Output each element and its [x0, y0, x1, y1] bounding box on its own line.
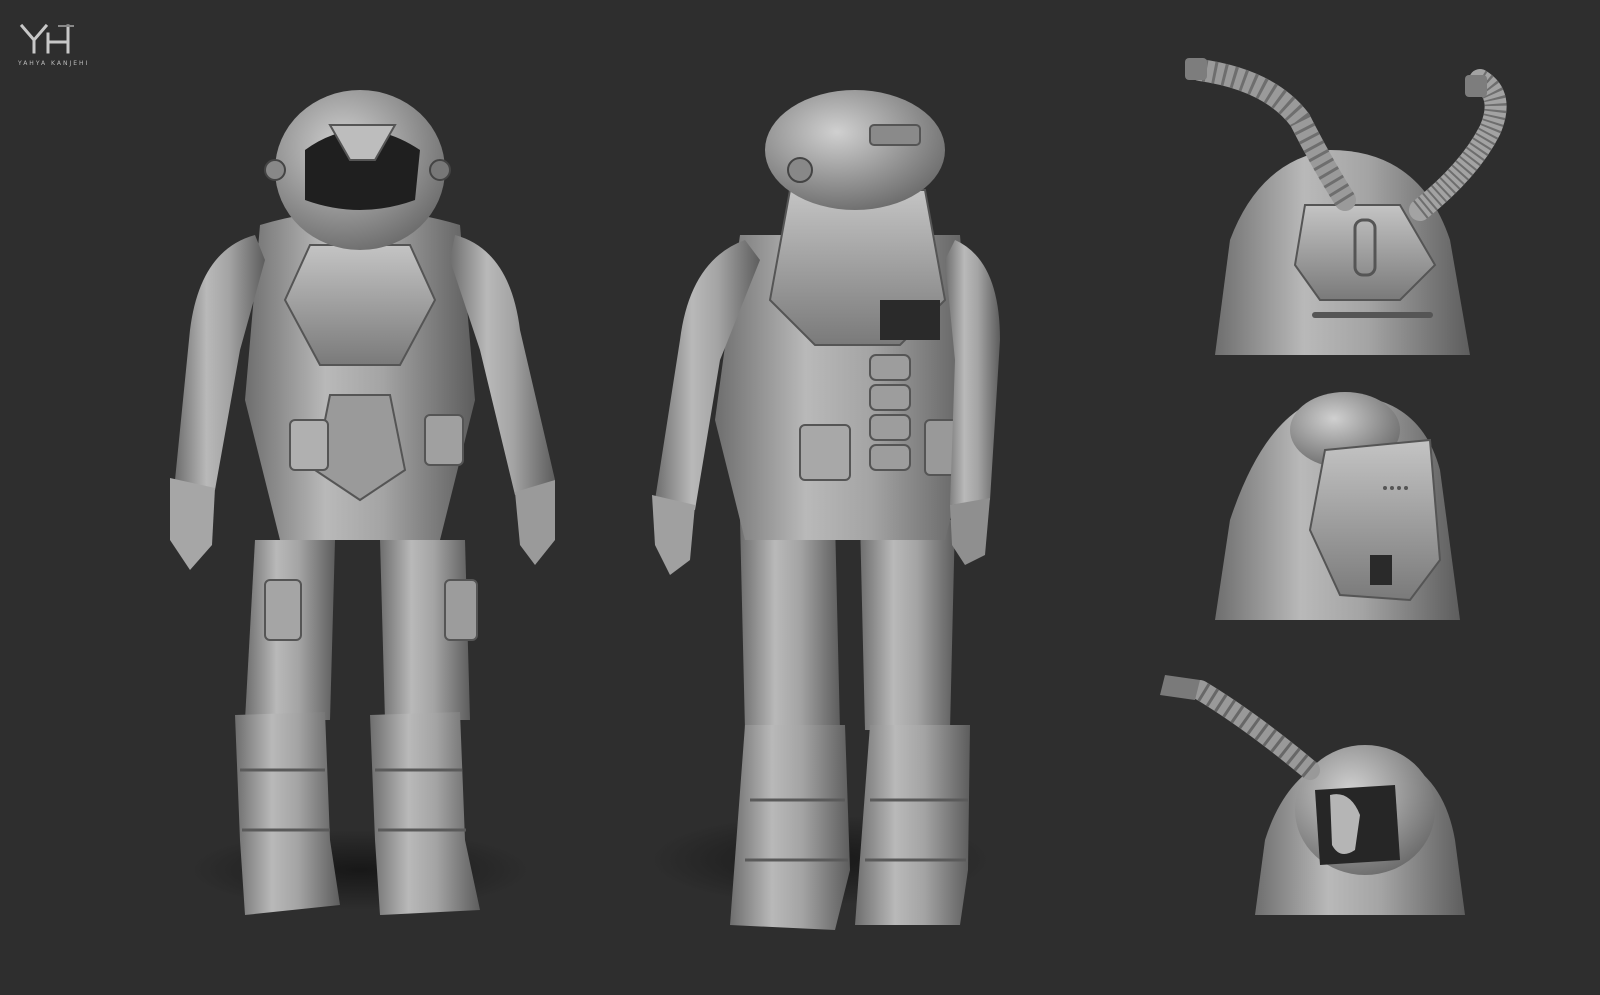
detail-backpack-side [1215, 392, 1460, 620]
back-left-leg [740, 520, 840, 730]
back-left-glove [652, 495, 695, 575]
back-right-glove [950, 498, 990, 565]
detail-backpack-hoses [1185, 58, 1507, 355]
front-pouch-left [289, 419, 329, 471]
front-thigh-pouch-left [264, 579, 302, 641]
front-pouch-right [424, 414, 464, 466]
back-pouch-left [799, 424, 851, 481]
front-left-boot [235, 712, 340, 915]
front-helmet-ear-right [429, 159, 451, 181]
back-helmet [765, 90, 945, 210]
detail3-hose-clamp [1160, 675, 1200, 700]
back-view-figure [650, 90, 1000, 930]
detail2-backpack-port [1370, 555, 1392, 585]
back-helmet-port [787, 157, 813, 183]
back-right-leg [860, 520, 955, 730]
front-right-glove [515, 480, 555, 565]
back-helmet-vent [869, 124, 921, 146]
front-left-glove [170, 478, 215, 570]
front-view-figure [170, 90, 555, 915]
back-right-boot [855, 725, 970, 925]
front-right-boot [370, 712, 480, 915]
detail1-right-hose-nozzle [1465, 75, 1487, 97]
front-thigh-pouch-right [444, 579, 478, 641]
detail-helmet-face [1160, 675, 1465, 915]
detail1-left-hose-nozzle [1185, 58, 1207, 80]
back-backpack-slot [880, 300, 940, 340]
back-left-boot [730, 725, 850, 930]
front-helmet-ear-left [264, 159, 286, 181]
render-scene [170, 58, 1507, 930]
